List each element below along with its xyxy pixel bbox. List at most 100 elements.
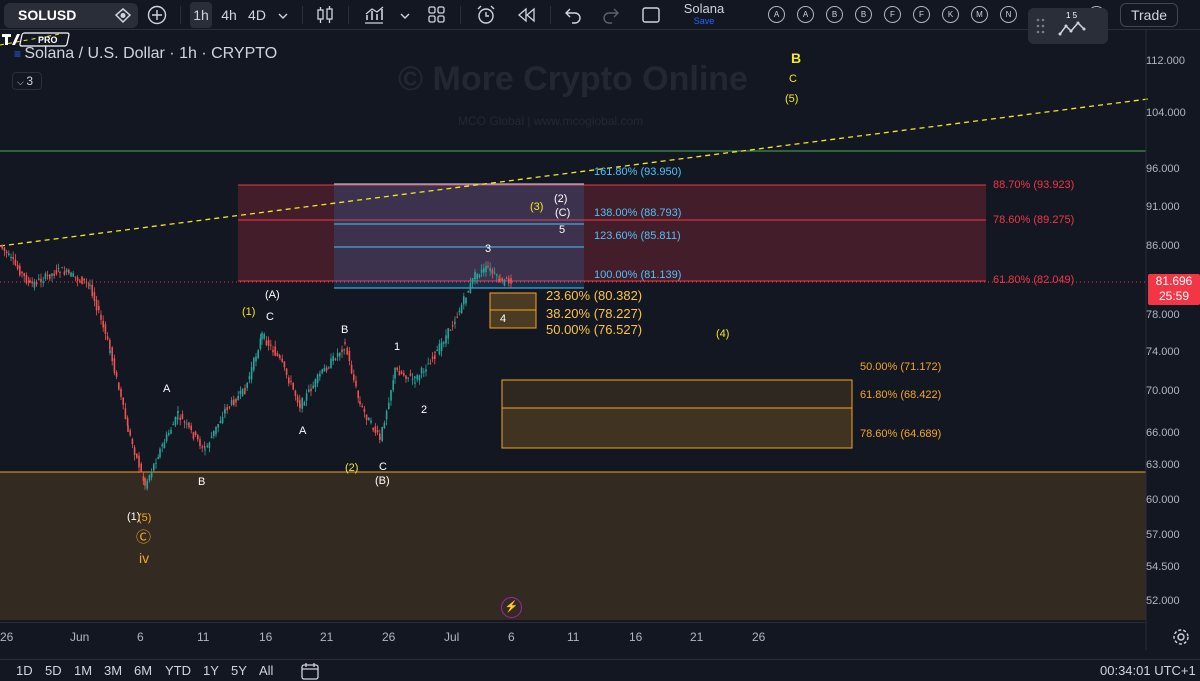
candle-body bbox=[138, 455, 140, 468]
candle-body bbox=[480, 269, 483, 273]
candle-body bbox=[27, 281, 30, 283]
candle-body bbox=[257, 350, 259, 359]
layout-save-link[interactable]: Save bbox=[672, 16, 736, 27]
candle-body bbox=[244, 390, 246, 395]
timeframe-4h-button[interactable]: 4h bbox=[218, 0, 240, 30]
candle-body bbox=[118, 382, 120, 390]
timeframe-dropdown-button[interactable] bbox=[276, 0, 290, 30]
indicators-dropdown-button[interactable] bbox=[398, 0, 412, 30]
elliott-wave-icon[interactable] bbox=[1058, 20, 1088, 38]
symbol-switch-icon[interactable] bbox=[112, 6, 134, 25]
alert-marker-button[interactable]: F bbox=[884, 6, 901, 23]
range-3m-button[interactable]: 3M bbox=[104, 663, 122, 678]
range-1d-button[interactable]: 1D bbox=[16, 663, 33, 678]
fullscreen-button[interactable] bbox=[640, 0, 662, 30]
time-axis[interactable]: 26 Jun 6 11 16 21 26 Jul 6 11 16 21 26 bbox=[0, 622, 1145, 650]
replay-button[interactable] bbox=[514, 0, 538, 30]
alert-marker-button[interactable]: M bbox=[971, 6, 988, 23]
candle-body bbox=[204, 449, 206, 451]
candle-body bbox=[443, 342, 445, 344]
alert-marker-button[interactable]: N bbox=[1000, 6, 1017, 23]
undo-button[interactable] bbox=[562, 0, 584, 30]
candle-body bbox=[19, 265, 21, 276]
templates-button[interactable] bbox=[426, 0, 448, 30]
range-1y-button[interactable]: 1Y bbox=[203, 663, 219, 678]
range-all-button[interactable]: All bbox=[259, 663, 273, 678]
candle-body bbox=[100, 314, 102, 320]
candle-body bbox=[414, 382, 416, 384]
range-1m-button[interactable]: 1M bbox=[74, 663, 92, 678]
candle-body bbox=[343, 349, 345, 351]
price-chart[interactable]: ≡ Solana / U.S. Dollar · 1h · CRYPTO ⌵ 3… bbox=[0, 30, 1200, 650]
add-symbol-button[interactable] bbox=[146, 0, 168, 30]
redo-button[interactable] bbox=[600, 0, 622, 30]
fib-red-label: 61.80% (82.049) bbox=[993, 274, 1075, 286]
candle-body bbox=[224, 409, 226, 414]
candle-body bbox=[165, 434, 168, 442]
chart-settings-button[interactable] bbox=[1172, 628, 1190, 646]
candle-body bbox=[188, 422, 190, 428]
lightning-icon[interactable]: ⚡ bbox=[501, 597, 522, 618]
tradingview-pro-logo: PRO bbox=[2, 32, 70, 47]
candle-body bbox=[237, 395, 239, 401]
indicators-collapse-button[interactable]: ⌵ 3 bbox=[12, 72, 42, 90]
floating-drawing-panel[interactable]: 1 5 bbox=[1028, 8, 1108, 44]
price-axis-label: 78.000 bbox=[1146, 309, 1180, 321]
symbol-search-box[interactable]: SOLUSD bbox=[4, 3, 138, 28]
price-axis-label: 60.000 bbox=[1146, 494, 1180, 506]
alert-marker-button[interactable]: K bbox=[942, 6, 959, 23]
layout-title: Solana bbox=[683, 1, 725, 16]
alert-button[interactable] bbox=[474, 0, 498, 30]
goto-date-button[interactable] bbox=[300, 661, 320, 681]
candle-body bbox=[190, 425, 192, 431]
grid-icon bbox=[428, 6, 445, 23]
candle-body bbox=[390, 390, 392, 401]
range-5d-button[interactable]: 5D bbox=[45, 663, 62, 678]
wave-label: A bbox=[299, 425, 307, 437]
alert-marker-button[interactable]: B bbox=[855, 6, 872, 23]
plus-circle-icon bbox=[147, 5, 167, 25]
candle-body bbox=[131, 438, 134, 445]
candle-body bbox=[416, 375, 418, 380]
candle-body bbox=[368, 417, 370, 421]
top-toolbar: SOLUSD 1h 4h 4D Solana Save A A B B F F … bbox=[0, 0, 1200, 30]
alert-marker-button[interactable]: B bbox=[826, 6, 843, 23]
candle-body bbox=[93, 292, 96, 301]
wave-label: B bbox=[341, 324, 349, 336]
candle-body bbox=[144, 478, 146, 486]
alert-marker-button[interactable]: A bbox=[768, 6, 785, 23]
timeframe-1h-button[interactable]: 1h bbox=[190, 2, 212, 28]
alert-marker-button[interactable]: F bbox=[913, 6, 930, 23]
layout-name-button[interactable]: Solana Save bbox=[672, 1, 736, 27]
candle-body bbox=[199, 439, 201, 447]
candle-body bbox=[53, 273, 55, 276]
candle-body bbox=[376, 430, 379, 433]
price-axis-label: 74.000 bbox=[1146, 346, 1180, 358]
wave-label: (3) bbox=[530, 201, 544, 213]
current-price-value: 81.696 bbox=[1155, 274, 1193, 288]
range-ytd-button[interactable]: YTD bbox=[165, 663, 191, 678]
chart-type-button[interactable] bbox=[314, 0, 336, 30]
fib-ext-label: 161.80% (93.950) bbox=[594, 166, 682, 178]
candle-body bbox=[150, 471, 153, 478]
candle-body bbox=[288, 377, 290, 384]
alert-marker-button[interactable]: A bbox=[797, 6, 814, 23]
candle-body bbox=[434, 351, 436, 353]
candle-body bbox=[491, 269, 494, 274]
timeframe-4d-button[interactable]: 4D bbox=[246, 0, 268, 30]
candle-body bbox=[259, 338, 262, 349]
candle-body bbox=[230, 400, 233, 405]
fib-small-zone-1 bbox=[489, 292, 537, 311]
drag-handle-icon[interactable] bbox=[1036, 18, 1046, 34]
utc-clock[interactable]: 00:34:01 UTC+1 bbox=[1100, 663, 1196, 678]
candle-body bbox=[336, 353, 339, 357]
candle-body bbox=[142, 476, 145, 481]
range-5y-button[interactable]: 5Y bbox=[231, 663, 247, 678]
candle-body bbox=[348, 350, 351, 361]
fib-red-label: 88.70% (93.923) bbox=[993, 179, 1075, 191]
indicators-button[interactable] bbox=[362, 0, 386, 30]
trade-button[interactable]: Trade bbox=[1120, 3, 1178, 27]
wave-label: (5) bbox=[138, 512, 152, 524]
candle-body bbox=[129, 430, 131, 436]
range-6m-button[interactable]: 6M bbox=[134, 663, 152, 678]
